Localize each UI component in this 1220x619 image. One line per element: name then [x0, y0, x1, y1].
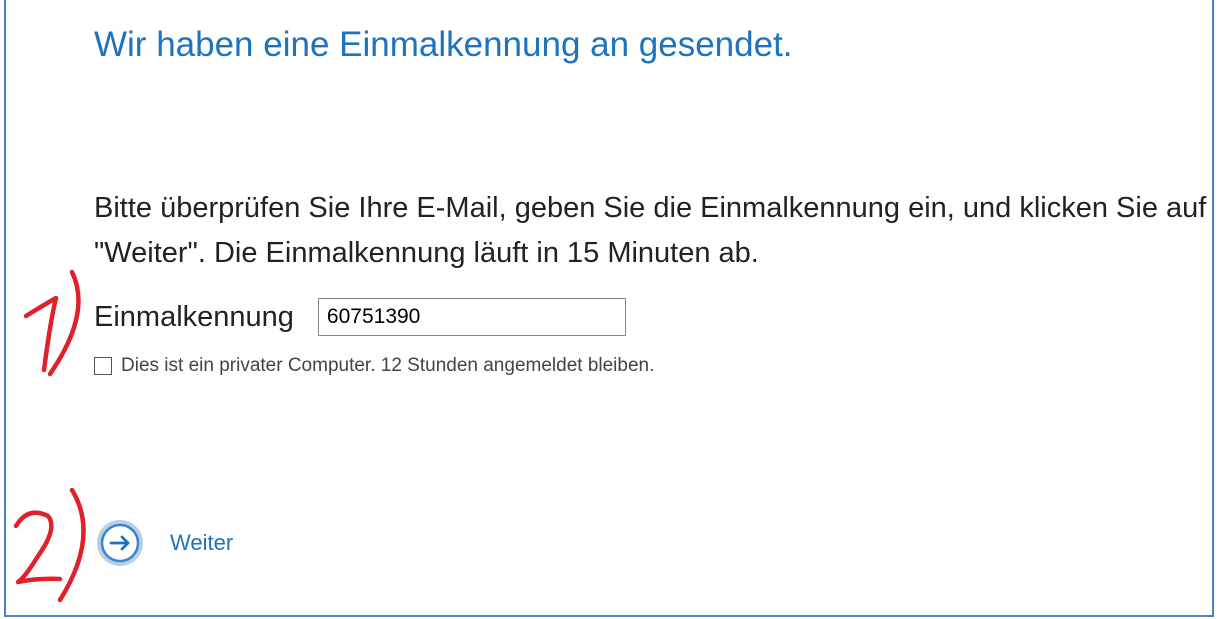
arrow-right-circle-icon[interactable] [94, 517, 146, 569]
next-button-label[interactable]: Weiter [170, 530, 233, 556]
private-computer-checkbox[interactable] [94, 357, 112, 375]
instructions-text: Bitte überprüfen Sie Ihre E-Mail, geben … [94, 192, 1207, 269]
page-title: Wir haben eine Einmalkennung an gesendet… [94, 25, 793, 64]
one-time-code-input[interactable] [317, 298, 626, 336]
private-computer-label[interactable]: Dies ist ein privater Computer. 12 Stund… [121, 355, 654, 377]
code-field-label: Einmalkennung [94, 300, 294, 333]
private-computer-option[interactable]: Dies ist ein privater Computer. 12 Stund… [94, 355, 654, 377]
code-field-row: Einmalkennung [94, 296, 626, 338]
next-button[interactable]: Weiter [94, 517, 233, 569]
